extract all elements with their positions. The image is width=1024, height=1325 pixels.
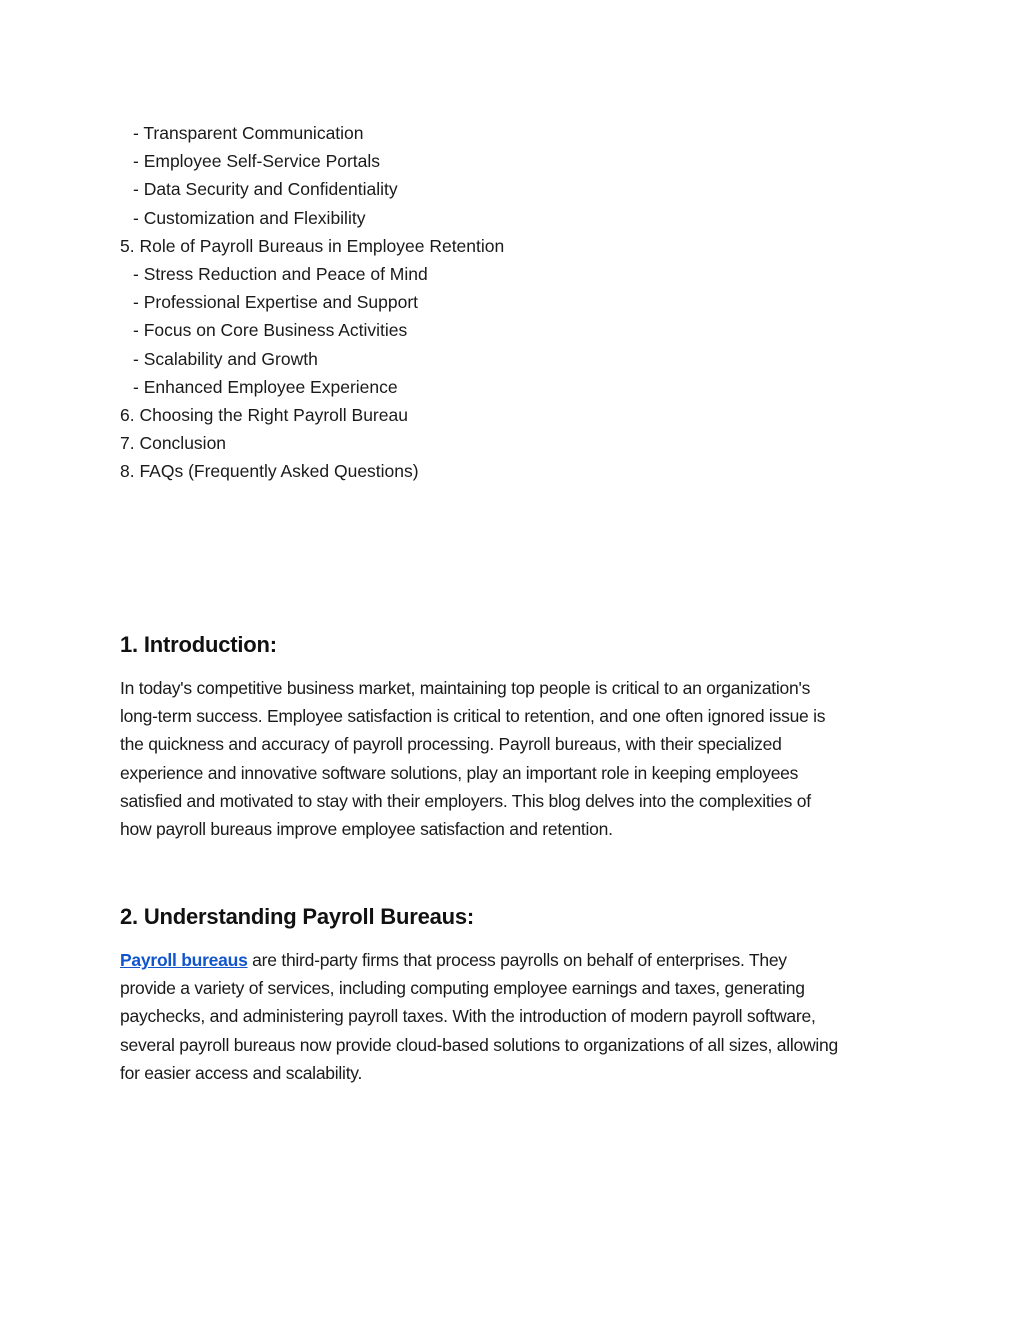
toc-item: - Focus on Core Business Activities bbox=[133, 320, 408, 341]
paragraph-line: Payroll bureaus are third-party firms th… bbox=[120, 946, 910, 974]
toc-item: - Stress Reduction and Peace of Mind bbox=[133, 263, 428, 284]
paragraph-line: long-term success. Employee satisfaction… bbox=[120, 706, 826, 727]
toc-item: - Customization and Flexibility bbox=[133, 207, 366, 228]
toc-item: 7. Conclusion bbox=[120, 433, 227, 454]
toc-item: 6. Choosing the Right Payroll Bureau bbox=[120, 404, 408, 425]
toc-item: - Transparent Communication bbox=[133, 123, 364, 143]
payroll-bureaus-link[interactable]: Payroll bureaus bbox=[120, 950, 248, 970]
paragraph-line: the quickness and accuracy of payroll pr… bbox=[120, 734, 782, 755]
toc-item: - Enhanced Employee Experience bbox=[133, 376, 398, 397]
toc-item: 5. Role of Payroll Bureaus in Employee R… bbox=[120, 235, 505, 256]
understanding-heading: 2. Understanding Payroll Bureaus: bbox=[120, 904, 475, 929]
toc-item: - Data Security and Confidentiality bbox=[133, 179, 398, 200]
introduction-paragraph: In today's competitive business market, … bbox=[120, 674, 910, 843]
paragraph-line: experience and innovative software solut… bbox=[120, 762, 799, 783]
paragraph-line: how payroll bureaus improve employee sat… bbox=[120, 819, 613, 840]
understanding-paragraph: Payroll bureaus are third-party firms th… bbox=[120, 946, 910, 1087]
table-of-contents: - Transparent Communication - Employee S… bbox=[120, 119, 504, 485]
paragraph-line: paychecks, and administering payroll tax… bbox=[120, 1006, 816, 1027]
toc-item: - Employee Self-Service Portals bbox=[133, 151, 381, 172]
paragraph-line: for easier access and scalability. bbox=[120, 1062, 363, 1083]
toc-item: 8. FAQs (Frequently Asked Questions) bbox=[120, 461, 419, 482]
paragraph-line: In today's competitive business market, … bbox=[120, 678, 811, 698]
paragraph-line: satisfied and motivated to stay with the… bbox=[120, 790, 811, 811]
paragraph-line: several payroll bureaus now provide clou… bbox=[120, 1034, 838, 1055]
paragraph-text: are third-party firms that process payro… bbox=[247, 950, 787, 970]
toc-item: - Professional Expertise and Support bbox=[133, 292, 419, 313]
toc-item: - Scalability and Growth bbox=[133, 348, 318, 369]
paragraph-line: provide a variety of services, including… bbox=[120, 978, 805, 999]
introduction-heading: 1. Introduction: bbox=[120, 632, 277, 657]
